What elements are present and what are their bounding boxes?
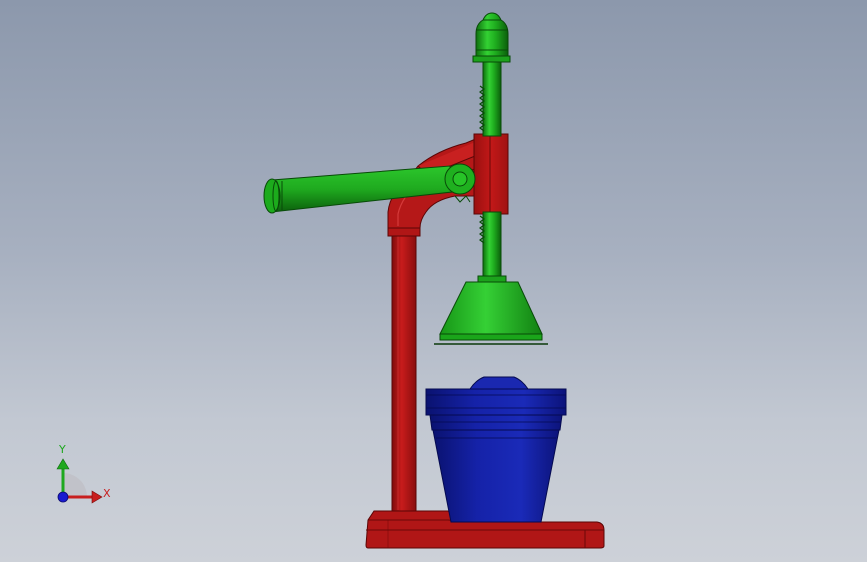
triad-y-label: Y xyxy=(59,443,66,456)
triad-x-label: X xyxy=(103,487,111,500)
juicer-model[interactable] xyxy=(0,0,867,562)
reference-triad: Y X xyxy=(40,440,120,510)
lever-handle[interactable] xyxy=(263,163,476,214)
z-axis-dot xyxy=(57,491,69,503)
frame-column[interactable] xyxy=(387,225,421,512)
graphics-viewport[interactable]: Y X xyxy=(0,0,867,562)
press-cone[interactable] xyxy=(434,275,548,345)
juice-cup[interactable] xyxy=(425,376,567,523)
